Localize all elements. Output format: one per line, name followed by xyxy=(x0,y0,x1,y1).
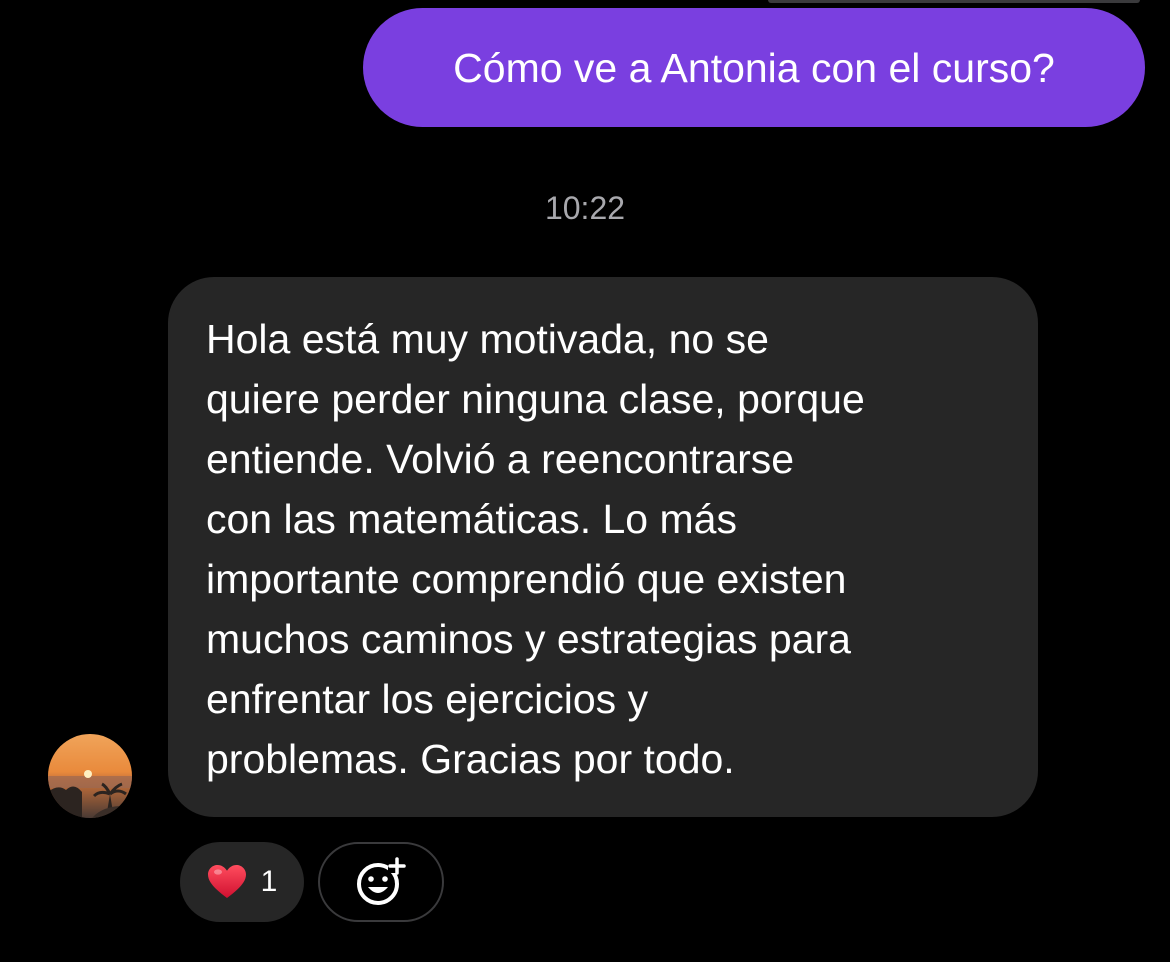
sent-message-bubble[interactable]: Cómo ve a Antonia con el curso? xyxy=(363,8,1145,127)
smiley-plus-icon xyxy=(354,857,408,907)
sunset-avatar-icon xyxy=(48,734,132,818)
add-reaction-button[interactable] xyxy=(318,842,444,922)
heart-icon xyxy=(207,864,247,900)
received-message-text: Hola está muy motivada, no se quiere per… xyxy=(206,316,865,782)
sent-message-text: Cómo ve a Antonia con el curso? xyxy=(453,44,1055,91)
contact-avatar[interactable] xyxy=(48,734,132,818)
previous-message-edge xyxy=(768,0,1140,3)
reaction-count: 1 xyxy=(260,865,278,898)
received-message-bubble[interactable]: Hola está muy motivada, no se quiere per… xyxy=(168,277,1038,817)
reaction-pill[interactable]: 1 xyxy=(180,842,304,922)
message-timestamp: 10:22 xyxy=(544,190,626,226)
